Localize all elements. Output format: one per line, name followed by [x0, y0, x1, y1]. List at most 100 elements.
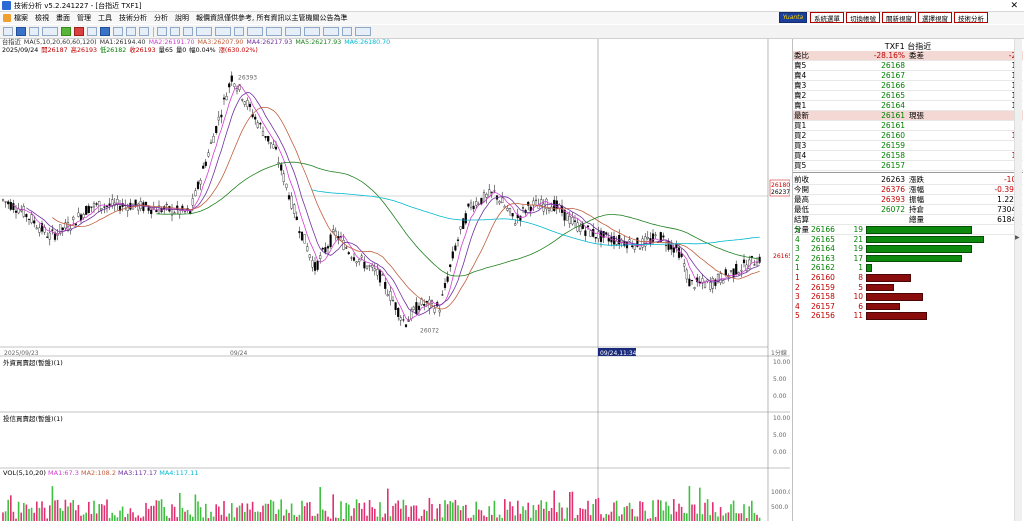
toolbar: [0, 25, 1024, 39]
volume-bar: [613, 502, 615, 521]
chart-area[interactable]: 26393 26072 2618026237 26165 2025/09/23 09/24…: [0, 39, 790, 521]
time-start-label: 2025/09/23: [4, 350, 39, 357]
stat-row-1-price: 26376: [881, 185, 905, 194]
delete-icon[interactable]: [74, 27, 84, 36]
candle-body: [199, 180, 202, 185]
menu-tools[interactable]: 工具: [98, 13, 112, 23]
ask-row-5: 賣5 26168 17: [793, 61, 1023, 71]
menu-app-icon: [3, 14, 11, 22]
volume-bar: [38, 507, 41, 521]
vol-ma3-label: MA3:117.17: [118, 469, 158, 477]
period-icon[interactable]: [247, 27, 263, 36]
candle-body: [204, 161, 207, 166]
ask-row-4-qty: 16: [943, 71, 1021, 81]
stat-row-3-price: 26072: [881, 205, 905, 214]
fibonacci-icon[interactable]: [266, 27, 282, 36]
ask-row-1-qty: 10: [943, 101, 1021, 111]
volume-bar: [353, 508, 355, 521]
volume-bar: [621, 514, 623, 521]
menu-manage[interactable]: 管理: [77, 13, 91, 23]
volume-bar: [678, 503, 680, 521]
volume-bar: [537, 504, 540, 521]
menu-analysis[interactable]: 分析: [154, 13, 168, 23]
ohlc-change: 漲(630.02%): [218, 47, 258, 54]
list-icon[interactable]: [29, 27, 39, 36]
candle-body: [38, 227, 41, 233]
volume-bar: [751, 500, 753, 521]
volume-bar: [457, 505, 459, 521]
volume-bar: [181, 507, 184, 521]
menu-technical[interactable]: 技術分析: [119, 13, 147, 23]
candle-body: [472, 205, 475, 210]
panel-scrollbar[interactable]: ▶: [1014, 39, 1022, 521]
stat-row-3-label2: 持倉: [909, 205, 924, 214]
candle-body: [368, 265, 371, 267]
volume-bar: [397, 500, 399, 521]
volume-bar: [592, 504, 594, 521]
candle-body: [607, 237, 610, 242]
indicator-icon[interactable]: [126, 27, 136, 36]
candle-body: [207, 152, 210, 157]
system-menu-button[interactable]: 系統選單: [810, 12, 844, 23]
volume-bar: [25, 504, 28, 521]
export-icon[interactable]: [61, 27, 71, 36]
volume-bar: [176, 517, 178, 521]
volume-bar: [280, 499, 282, 521]
new-window-button[interactable]: 關新視窗: [882, 12, 916, 23]
stat-row-0-label2: 漲跌: [909, 175, 924, 184]
candle-body: [584, 230, 587, 236]
candle-body: [711, 278, 714, 289]
volume-bar: [90, 514, 93, 521]
layout-icon[interactable]: [113, 27, 123, 36]
menu-screen[interactable]: 畫面: [56, 13, 70, 23]
draw-tools-icon[interactable]: [215, 27, 231, 36]
compare-icon[interactable]: [139, 27, 149, 36]
volume-bar: [293, 514, 295, 521]
rectangle-icon[interactable]: [285, 27, 301, 36]
volume-bar: [93, 500, 95, 521]
brand-logo[interactable]: Yuanta: [779, 12, 807, 23]
depth-bid-bar: [866, 302, 901, 311]
pointer-icon[interactable]: [183, 27, 193, 36]
depth-ask-price: 26166: [811, 225, 835, 234]
zoom-in-icon[interactable]: [157, 27, 167, 36]
shape-icon[interactable]: [323, 27, 339, 36]
menu-file[interactable]: 檔案: [14, 13, 28, 23]
menu-help[interactable]: 說明: [175, 13, 189, 23]
text-icon[interactable]: [234, 27, 244, 36]
candle-body: [147, 207, 150, 211]
add-icon[interactable]: [16, 27, 26, 36]
app-icon: [2, 1, 11, 10]
volume-bar: [680, 506, 683, 521]
retail-y-tick: 10.00: [773, 415, 790, 422]
volume-bar: [30, 507, 33, 521]
close-window-button[interactable]: ✕: [1010, 0, 1018, 12]
candle-body: [456, 239, 460, 241]
template-dropdown-icon[interactable]: [42, 27, 58, 36]
price-tag-top: 26180: [771, 182, 790, 189]
candle-body: [165, 203, 168, 206]
select-window-button[interactable]: 選擇視窗: [918, 12, 952, 23]
chart-canvas[interactable]: 26393 26072 2618026237 26165 2025/09/23 09/24…: [0, 39, 790, 521]
volume-bar: [116, 517, 119, 521]
menu-view[interactable]: 檢視: [35, 13, 49, 23]
switch-account-button[interactable]: 切換帳號: [846, 12, 880, 23]
ohlc-change-pct: 幅0.04%: [189, 47, 216, 54]
crosshair-icon[interactable]: [342, 27, 352, 36]
candle-body: [438, 309, 441, 313]
candle-body: [480, 197, 483, 205]
grid-icon[interactable]: [87, 27, 97, 36]
new-chart-icon[interactable]: [3, 27, 13, 36]
technical-analysis-button[interactable]: 技術分析: [954, 12, 988, 23]
retail-y-tick: 5.00: [773, 432, 787, 439]
save-icon[interactable]: [355, 27, 371, 36]
scroll-arrow-icon[interactable]: ▶: [1015, 234, 1021, 242]
quote-separator: [793, 172, 1023, 173]
zoom-out-icon[interactable]: [170, 27, 180, 36]
bid-row-5-label: 買5: [794, 161, 807, 170]
window-icon[interactable]: [100, 27, 110, 36]
current-qty-value: 1: [943, 111, 1021, 121]
draw-line-icon[interactable]: [196, 27, 212, 36]
volume-bar: [706, 499, 709, 521]
ellipse-icon[interactable]: [304, 27, 320, 36]
